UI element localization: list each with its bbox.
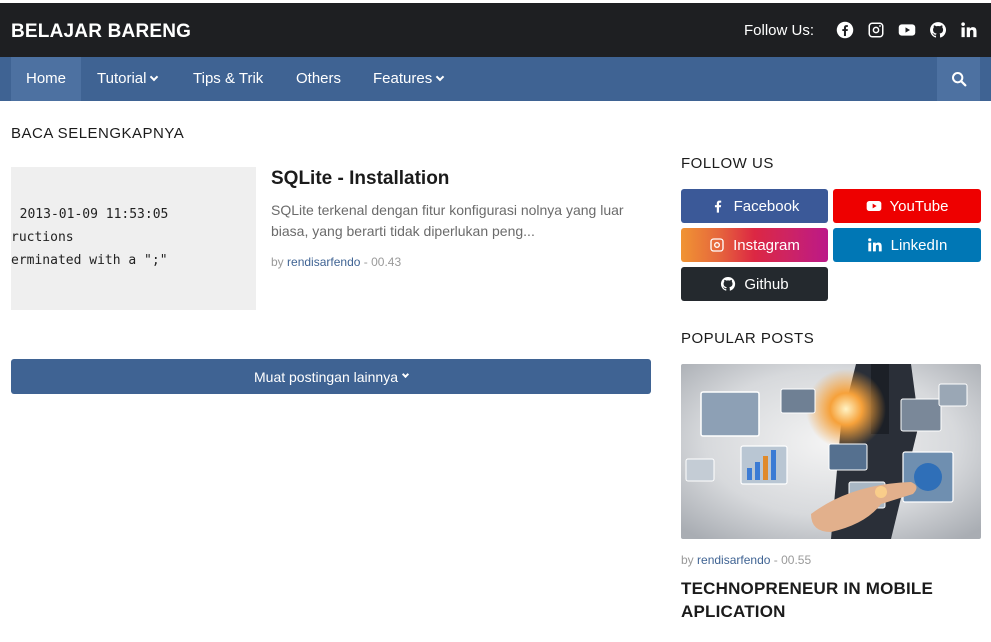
chevron-down-icon [435, 72, 445, 82]
github-button-label: Github [744, 275, 789, 293]
popular-post-title[interactable]: TECHNOPRENEUR IN MOBILE APLICATION [681, 577, 981, 623]
nav-item-tips-trik[interactable]: Tips & Trik [178, 57, 278, 101]
meta-by: by [681, 553, 694, 567]
youtube-icon [866, 201, 881, 211]
post-snippet: SQLite terkenal dengan fitur konfigurasi… [271, 202, 624, 239]
facebook-icon [714, 200, 721, 213]
thumb-code-line: ructions [11, 230, 74, 245]
nav-item-label: Features [373, 70, 433, 87]
linkedin-button-label: LinkedIn [890, 236, 948, 254]
main-nav: Home Tutorial Tips & Trik Others Feature… [0, 57, 991, 101]
post-author-link[interactable]: rendisarfendo [287, 255, 360, 269]
chevron-down-icon [150, 72, 159, 82]
thumb-code-line: 2 2013-01-09 11:53:05 [11, 207, 169, 222]
post-meta: by rendisarfendo - 00.43 [271, 255, 401, 269]
site-brand[interactable]: BELAJAR BARENG [11, 21, 191, 43]
instagram-icon [710, 238, 724, 252]
facebook-button[interactable]: Facebook [681, 189, 828, 223]
post-title[interactable]: SQLite - Installation [271, 168, 449, 190]
instagram-button-label: Instagram [733, 236, 800, 254]
section-title-baca-selengkapnya: BACA SELENGKAPNYA [11, 125, 185, 142]
linkedin-icon[interactable] [959, 20, 979, 40]
facebook-button-label: Facebook [733, 197, 800, 215]
linkedin-button[interactable]: LinkedIn [833, 228, 981, 262]
nav-item-label: Tutorial [97, 70, 147, 87]
popular-post-time: - 00.55 [773, 553, 812, 567]
github-icon [721, 276, 736, 291]
follow-us-bar: Follow Us: [744, 20, 979, 40]
nav-item-label: Tips & Trik [193, 70, 264, 87]
thumb-code-line: erminated with a ";" [11, 253, 168, 268]
instagram-icon[interactable] [866, 20, 886, 40]
search-icon [951, 72, 966, 87]
load-more-label: Muat postingan lainnya [254, 368, 398, 385]
popular-post-author-link[interactable]: rendisarfendo [697, 553, 770, 567]
github-icon[interactable] [928, 20, 948, 40]
popular-post-meta: by rendisarfendo - 00.55 [681, 553, 811, 567]
youtube-button[interactable]: YouTube [833, 189, 981, 223]
search-button[interactable] [937, 57, 980, 101]
linkedin-icon [867, 238, 882, 252]
meta-by: by [271, 255, 284, 269]
nav-item-label: Others [296, 70, 342, 87]
top-bar: BELAJAR BARENG Follow Us: [0, 0, 991, 57]
popular-post-image[interactable] [681, 364, 981, 539]
technopreneur-illustration [681, 364, 981, 539]
popular-posts-title: POPULAR POSTS [681, 330, 815, 347]
load-more-button[interactable]: Muat postingan lainnya [11, 359, 651, 394]
github-button[interactable]: Github [681, 267, 828, 301]
nav-item-label: Home [26, 70, 67, 87]
chevron-down-icon [401, 370, 410, 379]
nav-item-tutorial[interactable]: Tutorial [82, 57, 172, 101]
nav-item-features[interactable]: Features [358, 57, 458, 101]
youtube-icon[interactable] [897, 20, 917, 40]
nav-item-others[interactable]: Others [281, 57, 356, 101]
nav-item-home[interactable]: Home [11, 57, 82, 101]
follow-us-label: Follow Us: [743, 21, 814, 39]
post-thumbnail[interactable]: 2 2013-01-09 11:53:05 ructions erminated… [11, 167, 256, 310]
instagram-button[interactable]: Instagram [681, 228, 828, 262]
youtube-button-label: YouTube [889, 197, 949, 215]
post-time: - 00.43 [363, 255, 402, 269]
facebook-icon[interactable] [835, 20, 855, 40]
follow-us-title: FOLLOW US [681, 155, 774, 172]
